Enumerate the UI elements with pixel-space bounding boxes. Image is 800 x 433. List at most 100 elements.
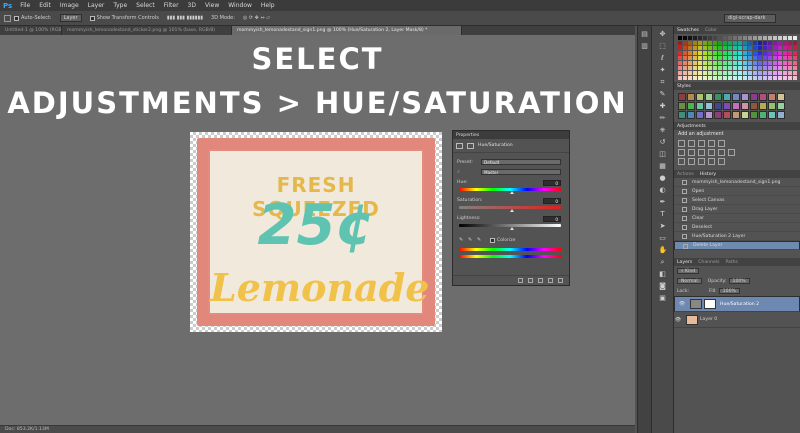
swatch[interactable] [703,56,707,60]
history-item[interactable]: Drag Layer [674,205,800,214]
brightness-icon[interactable] [678,140,685,147]
style-preset[interactable] [696,111,704,119]
swatch[interactable] [693,51,697,55]
swatch[interactable] [773,36,777,40]
swatch[interactable] [783,61,787,65]
swatch[interactable] [773,46,777,50]
swatch[interactable] [733,51,737,55]
swatch[interactable] [708,66,712,70]
3d-mode-buttons[interactable]: ◎ ⟳ ✥ ⇔ ▱ [243,15,270,21]
style-preset[interactable] [687,93,695,101]
swatch[interactable] [793,36,797,40]
swatch[interactable] [788,76,792,80]
swatch[interactable] [778,46,782,50]
swatch[interactable] [743,36,747,40]
dodge-tool-icon[interactable]: ◐ [659,186,667,194]
swatch[interactable] [743,61,747,65]
swatch[interactable] [778,76,782,80]
swatch[interactable] [713,46,717,50]
lasso-tool-icon[interactable]: ℓ [659,54,667,62]
swatch[interactable] [773,71,777,75]
style-preset[interactable] [678,102,686,110]
swatch[interactable] [768,56,772,60]
swatch[interactable] [783,51,787,55]
style-preset[interactable] [714,102,722,110]
swatch[interactable] [788,56,792,60]
style-preset[interactable] [768,93,776,101]
history-brush-tool-icon[interactable]: ↺ [659,138,667,146]
swatch[interactable] [783,76,787,80]
menu-filter[interactable]: Filter [164,2,179,9]
style-preset[interactable] [723,111,731,119]
photo-filter-icon[interactable] [708,149,715,156]
swatch[interactable] [688,36,692,40]
swatch[interactable] [723,51,727,55]
swatch[interactable] [723,76,727,80]
eyedropper-icon[interactable]: ✎ [459,237,465,243]
swatch[interactable] [773,66,777,70]
preset-dropdown[interactable]: Default [481,159,561,165]
swatch[interactable] [718,51,722,55]
swatch[interactable] [718,46,722,50]
gradient-tool-icon[interactable]: ▦ [659,162,667,170]
swatch[interactable] [773,61,777,65]
swatch[interactable] [718,66,722,70]
swatch[interactable] [778,71,782,75]
swatch[interactable] [738,51,742,55]
vibrance-icon[interactable] [718,140,725,147]
swatch[interactable] [728,51,732,55]
style-preset[interactable] [723,102,731,110]
swatch[interactable] [773,76,777,80]
swatch[interactable] [713,61,717,65]
swatch[interactable] [793,41,797,45]
swatch[interactable] [753,41,757,45]
style-preset[interactable] [741,111,749,119]
swatch[interactable] [758,36,762,40]
swatch[interactable] [703,46,707,50]
swatch[interactable] [693,36,697,40]
curves-icon[interactable] [698,140,705,147]
swatch[interactable] [713,71,717,75]
swatch[interactable] [738,66,742,70]
swatch[interactable] [713,56,717,60]
swatch[interactable] [763,51,767,55]
swatch[interactable] [708,46,712,50]
history-item[interactable]: Delete Layer [674,241,800,250]
menu-select[interactable]: Select [136,2,155,9]
swatch[interactable] [678,41,682,45]
style-preset[interactable] [723,93,731,101]
marquee-tool-icon[interactable]: ⬚ [659,42,667,50]
swatch[interactable] [678,61,682,65]
swatch[interactable] [683,36,687,40]
style-preset[interactable] [768,111,776,119]
swatch[interactable] [683,61,687,65]
hue-slider-thumb[interactable] [510,191,514,194]
swatch[interactable] [788,46,792,50]
style-preset[interactable] [678,111,686,119]
swatch[interactable] [708,56,712,60]
swatch[interactable] [738,46,742,50]
gradient-map-icon[interactable] [708,158,715,165]
history-item[interactable]: Clear [674,214,800,223]
swatch[interactable] [703,51,707,55]
swatch[interactable] [763,76,767,80]
swatch[interactable] [768,76,772,80]
swatch[interactable] [793,56,797,60]
swatch[interactable] [758,61,762,65]
auto-select-checkbox[interactable]: Auto-Select: [14,15,52,21]
swatch[interactable] [793,46,797,50]
menu-image[interactable]: Image [60,2,79,9]
style-preset[interactable] [759,93,767,101]
style-preset[interactable] [732,93,740,101]
swatch[interactable] [678,51,682,55]
style-preset[interactable] [705,102,713,110]
swatch[interactable] [738,41,742,45]
swatch[interactable] [683,41,687,45]
swatch[interactable] [733,46,737,50]
quick-select-tool-icon[interactable]: ✦ [659,66,667,74]
swatch[interactable] [788,51,792,55]
menu-view[interactable]: View [205,2,219,9]
exposure-icon[interactable] [708,140,715,147]
swatch[interactable] [738,36,742,40]
align-buttons[interactable]: ▮▮▮ ▮▮▮ ▮▮▮▮▮▮ [167,15,203,21]
